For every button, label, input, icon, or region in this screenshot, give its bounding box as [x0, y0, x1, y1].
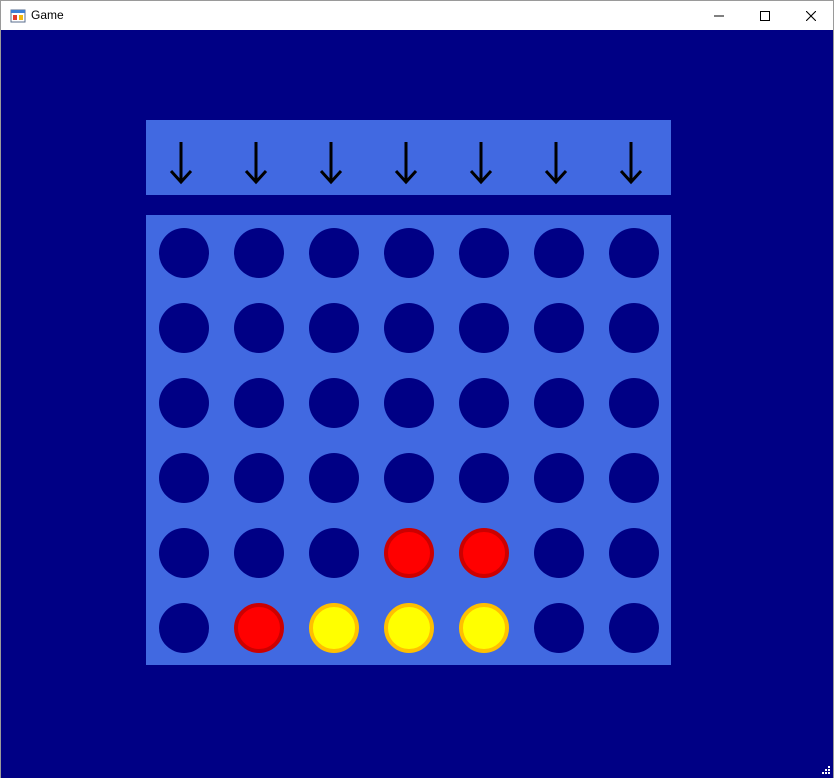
board-slot-empty[interactable] — [609, 528, 659, 578]
game-window: Game — [0, 0, 834, 778]
drop-column-7-button[interactable] — [596, 120, 671, 195]
board-slot-empty[interactable] — [534, 378, 584, 428]
window-title: Game — [31, 8, 64, 22]
board-slot-empty[interactable] — [609, 303, 659, 353]
board-disc-yellow[interactable] — [309, 603, 359, 653]
board-slot-empty[interactable] — [384, 228, 434, 278]
board-slot-empty[interactable] — [159, 303, 209, 353]
board-slot-empty[interactable] — [309, 228, 359, 278]
board-slot-empty[interactable] — [534, 303, 584, 353]
drop-arrow-bar — [146, 120, 671, 195]
title-bar[interactable]: Game — [1, 1, 833, 30]
board-slot-empty[interactable] — [309, 303, 359, 353]
board-disc-yellow[interactable] — [384, 603, 434, 653]
board-slot-empty[interactable] — [234, 453, 284, 503]
board-slot-empty[interactable] — [384, 453, 434, 503]
board-slot-empty[interactable] — [309, 378, 359, 428]
board-disc-red[interactable] — [234, 603, 284, 653]
board-slot-empty[interactable] — [609, 378, 659, 428]
board-slot-empty[interactable] — [384, 378, 434, 428]
board-disc-red[interactable] — [459, 528, 509, 578]
board-slot-empty[interactable] — [309, 453, 359, 503]
board-slot-empty[interactable] — [234, 528, 284, 578]
app-window-icon — [10, 8, 26, 24]
down-arrow-icon — [394, 142, 418, 185]
down-arrow-icon — [244, 142, 268, 185]
board-slot-empty[interactable] — [159, 603, 209, 653]
close-icon — [806, 10, 816, 21]
drop-column-1-button[interactable] — [146, 120, 221, 195]
board-slot-empty[interactable] — [459, 453, 509, 503]
board-slot-empty[interactable] — [609, 228, 659, 278]
minimize-button[interactable] — [696, 1, 742, 30]
board-slot-empty[interactable] — [609, 453, 659, 503]
minimize-icon — [714, 15, 724, 16]
board-slot-empty[interactable] — [234, 378, 284, 428]
board-disc-yellow[interactable] — [459, 603, 509, 653]
board-slot-empty[interactable] — [309, 528, 359, 578]
board-slot-empty[interactable] — [534, 228, 584, 278]
board-slot-empty[interactable] — [234, 303, 284, 353]
resize-grip-icon[interactable] — [821, 765, 831, 775]
drop-column-4-button[interactable] — [371, 120, 446, 195]
maximize-icon — [760, 10, 770, 21]
board-slot-empty[interactable] — [459, 228, 509, 278]
down-arrow-icon — [544, 142, 568, 185]
drop-column-3-button[interactable] — [296, 120, 371, 195]
game-board — [146, 215, 671, 665]
board-slot-empty[interactable] — [159, 228, 209, 278]
board-slot-empty[interactable] — [459, 303, 509, 353]
board-slot-empty[interactable] — [159, 453, 209, 503]
board-slot-empty[interactable] — [534, 603, 584, 653]
board-slot-empty[interactable] — [534, 528, 584, 578]
board-slot-empty[interactable] — [609, 603, 659, 653]
board-slot-empty[interactable] — [534, 453, 584, 503]
board-slot-empty[interactable] — [384, 303, 434, 353]
drop-column-2-button[interactable] — [221, 120, 296, 195]
down-arrow-icon — [469, 142, 493, 185]
drop-column-5-button[interactable] — [446, 120, 521, 195]
down-arrow-icon — [319, 142, 343, 185]
board-slot-empty[interactable] — [159, 378, 209, 428]
drop-column-6-button[interactable] — [521, 120, 596, 195]
game-area — [1, 30, 833, 778]
down-arrow-icon — [619, 142, 643, 185]
board-slot-empty[interactable] — [159, 528, 209, 578]
down-arrow-icon — [169, 142, 193, 185]
board-disc-red[interactable] — [384, 528, 434, 578]
close-button[interactable] — [788, 1, 834, 30]
board-slot-empty[interactable] — [459, 378, 509, 428]
maximize-button[interactable] — [742, 1, 788, 30]
board-slot-empty[interactable] — [234, 228, 284, 278]
